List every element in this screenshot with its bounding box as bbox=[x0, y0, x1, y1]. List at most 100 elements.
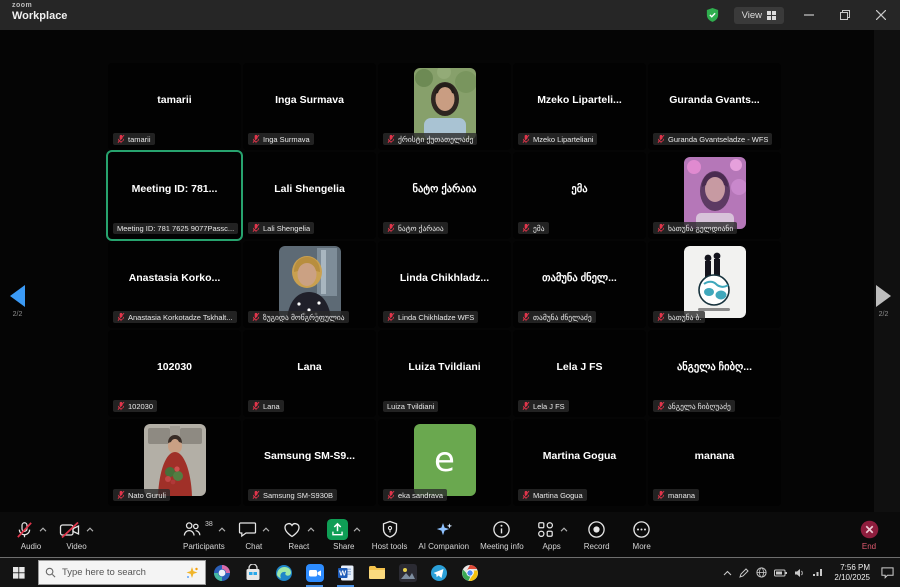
participant-tile[interactable]: ანგელა ჩიბღ...ანგელა ჩიბღუაძე bbox=[648, 330, 781, 417]
participant-tile[interactable]: 102030102030 bbox=[108, 330, 241, 417]
network-icon[interactable] bbox=[812, 568, 823, 577]
edge-icon[interactable] bbox=[268, 558, 299, 587]
toolbar-item-label: Share bbox=[333, 542, 354, 551]
pen-icon[interactable] bbox=[739, 568, 749, 578]
store-icon[interactable] bbox=[237, 558, 268, 587]
word-icon[interactable]: W bbox=[330, 558, 361, 587]
next-page-arrow[interactable]: 2/2 bbox=[876, 285, 891, 318]
share-button[interactable]: Share bbox=[327, 519, 361, 551]
muted-mic-icon bbox=[657, 134, 665, 144]
participant-label: ანგელა ჩიბღუაძე bbox=[653, 400, 735, 412]
toolbar-item-label: Video bbox=[66, 542, 86, 551]
chevron-up-icon[interactable] bbox=[307, 527, 315, 532]
search-input[interactable]: Type here to search bbox=[38, 560, 206, 585]
previous-page-arrow[interactable]: 2/2 bbox=[10, 285, 25, 318]
volume-icon[interactable] bbox=[794, 568, 805, 578]
participant-tile[interactable]: თამუნა ძნელ... თამუნა ძნელაძე bbox=[513, 241, 646, 328]
muted-mic-icon bbox=[522, 401, 530, 411]
audio-button[interactable]: Audio bbox=[14, 519, 48, 551]
chat-button[interactable]: Chat bbox=[237, 519, 271, 551]
chevron-up-icon[interactable] bbox=[218, 527, 226, 532]
chevron-up-icon[interactable] bbox=[86, 527, 94, 532]
explorer-icon[interactable] bbox=[361, 558, 392, 587]
video-button[interactable]: Video bbox=[59, 519, 94, 551]
participant-label: manana bbox=[653, 489, 699, 501]
view-label: View bbox=[742, 10, 762, 21]
participant-display-name: Inga Surmava bbox=[243, 94, 376, 106]
chevron-up-icon[interactable] bbox=[353, 527, 361, 532]
participant-tile[interactable]: eeka sandrava bbox=[378, 419, 511, 506]
photo-woman-garden-avatar bbox=[414, 68, 476, 140]
react-button[interactable]: React bbox=[282, 519, 316, 551]
chevron-up-icon[interactable] bbox=[560, 527, 568, 532]
record-button[interactable]: Record bbox=[580, 519, 614, 551]
participant-tile[interactable]: Anastasia Korko...Anastasia Korkotadze T… bbox=[108, 241, 241, 328]
participant-tile[interactable]: Lali ShengeliaLali Shengelia bbox=[243, 152, 376, 239]
chrome-icon[interactable] bbox=[454, 558, 485, 587]
view-button[interactable]: View bbox=[734, 7, 784, 24]
more-button[interactable]: More bbox=[625, 519, 659, 551]
participant-display-name: manana bbox=[648, 450, 781, 462]
meeting-info-button[interactable]: Meeting info bbox=[480, 519, 524, 551]
taskbar-clock[interactable]: 7:56 PM 2/10/2025 bbox=[830, 563, 874, 583]
participant-label: ხათუნა გელდიანი bbox=[653, 222, 737, 234]
end-button[interactable]: End bbox=[852, 519, 886, 551]
participant-tile[interactable]: tamariitamarii bbox=[108, 63, 241, 150]
participant-tile[interactable]: Linda Chikhladz...Linda Chikhladze WFS bbox=[378, 241, 511, 328]
participant-label: ნატო ქარაია bbox=[383, 222, 448, 234]
participant-tile[interactable]: Guranda Gvants...Guranda Gvantseladze - … bbox=[648, 63, 781, 150]
participant-tile[interactable]: Mzeko Liparteli...Mzeko Liparteliani bbox=[513, 63, 646, 150]
chevron-up-icon[interactable] bbox=[262, 527, 270, 532]
security-shield-icon[interactable] bbox=[705, 7, 720, 23]
participant-label-text: ანგელა ჩიბღუაძე bbox=[668, 402, 731, 411]
participant-tile[interactable]: Inga SurmavaInga Surmava bbox=[243, 63, 376, 150]
participant-tile[interactable]: ხათუნა გელდიანი bbox=[648, 152, 781, 239]
globe-icon[interactable] bbox=[756, 567, 767, 578]
mic-muted-icon bbox=[15, 520, 34, 540]
participant-tile[interactable]: Martina GoguaMartina Gogua bbox=[513, 419, 646, 506]
photos-icon[interactable] bbox=[392, 558, 423, 587]
toolbar-item-label: Participants bbox=[183, 542, 225, 551]
copilot-icon[interactable] bbox=[206, 558, 237, 587]
chat-icon bbox=[238, 520, 257, 539]
participant-tile[interactable]: Samsung SM-S9...Samsung SM-S930B bbox=[243, 419, 376, 506]
zoom-app-icon[interactable] bbox=[299, 558, 330, 587]
apps-button[interactable]: Apps bbox=[535, 519, 569, 551]
participant-label: tamarii bbox=[113, 133, 155, 145]
maximize-button[interactable] bbox=[834, 6, 856, 24]
host-tools-button[interactable]: Host tools bbox=[372, 519, 408, 551]
participant-tile[interactable]: manana manana bbox=[648, 419, 781, 506]
participant-label: თამუნა ძნელაძე bbox=[518, 311, 596, 323]
chevron-up-icon[interactable] bbox=[39, 527, 47, 532]
battery-icon[interactable] bbox=[774, 569, 787, 577]
participants-button[interactable]: 38Participants bbox=[182, 519, 226, 551]
participant-tile[interactable]: ქრისტი ქუთათელაძე bbox=[378, 63, 511, 150]
running-indicator bbox=[337, 585, 354, 587]
participant-label-text: ხათუნა გელდიანი bbox=[668, 224, 733, 233]
minimize-button[interactable] bbox=[798, 6, 820, 24]
participants-icon bbox=[182, 520, 202, 539]
letter-avatar: e bbox=[414, 424, 476, 496]
ai-companion-button[interactable]: AI Companion bbox=[418, 519, 469, 551]
participant-display-name: Samsung SM-S9... bbox=[243, 450, 376, 462]
participant-tile[interactable]: ხათუნა ბ. bbox=[648, 241, 781, 328]
participant-tile[interactable]: Lela J FSLela J FS bbox=[513, 330, 646, 417]
close-button[interactable] bbox=[870, 6, 892, 24]
telegram-icon[interactable] bbox=[423, 558, 454, 587]
running-indicator bbox=[306, 585, 323, 587]
participant-tile[interactable]: LanaLana bbox=[243, 330, 376, 417]
participant-tile[interactable]: ნატო ქარაიანატო ქარაია bbox=[378, 152, 511, 239]
participant-tile[interactable]: Nato Guruli bbox=[108, 419, 241, 506]
chevron-up-icon[interactable] bbox=[723, 570, 732, 576]
muted-mic-icon bbox=[522, 312, 530, 322]
participant-tile[interactable]: Luiza TvildianiLuiza Tvildiani bbox=[378, 330, 511, 417]
participant-tile[interactable]: ემაემა bbox=[513, 152, 646, 239]
notification-center-icon[interactable] bbox=[881, 566, 894, 579]
participant-tile[interactable]: Meeting ID: 781...Meeting ID: 781 7625 9… bbox=[108, 152, 241, 239]
participant-display-name: თამუნა ძნელ... bbox=[513, 272, 646, 284]
participant-label: Nato Guruli bbox=[113, 489, 170, 501]
participant-display-name: Luiza Tvildiani bbox=[378, 361, 511, 373]
participant-tile[interactable]: ზუგიდა მონგრეფულია bbox=[243, 241, 376, 328]
start-button[interactable] bbox=[0, 558, 38, 587]
participant-label: Lela J FS bbox=[518, 400, 569, 412]
